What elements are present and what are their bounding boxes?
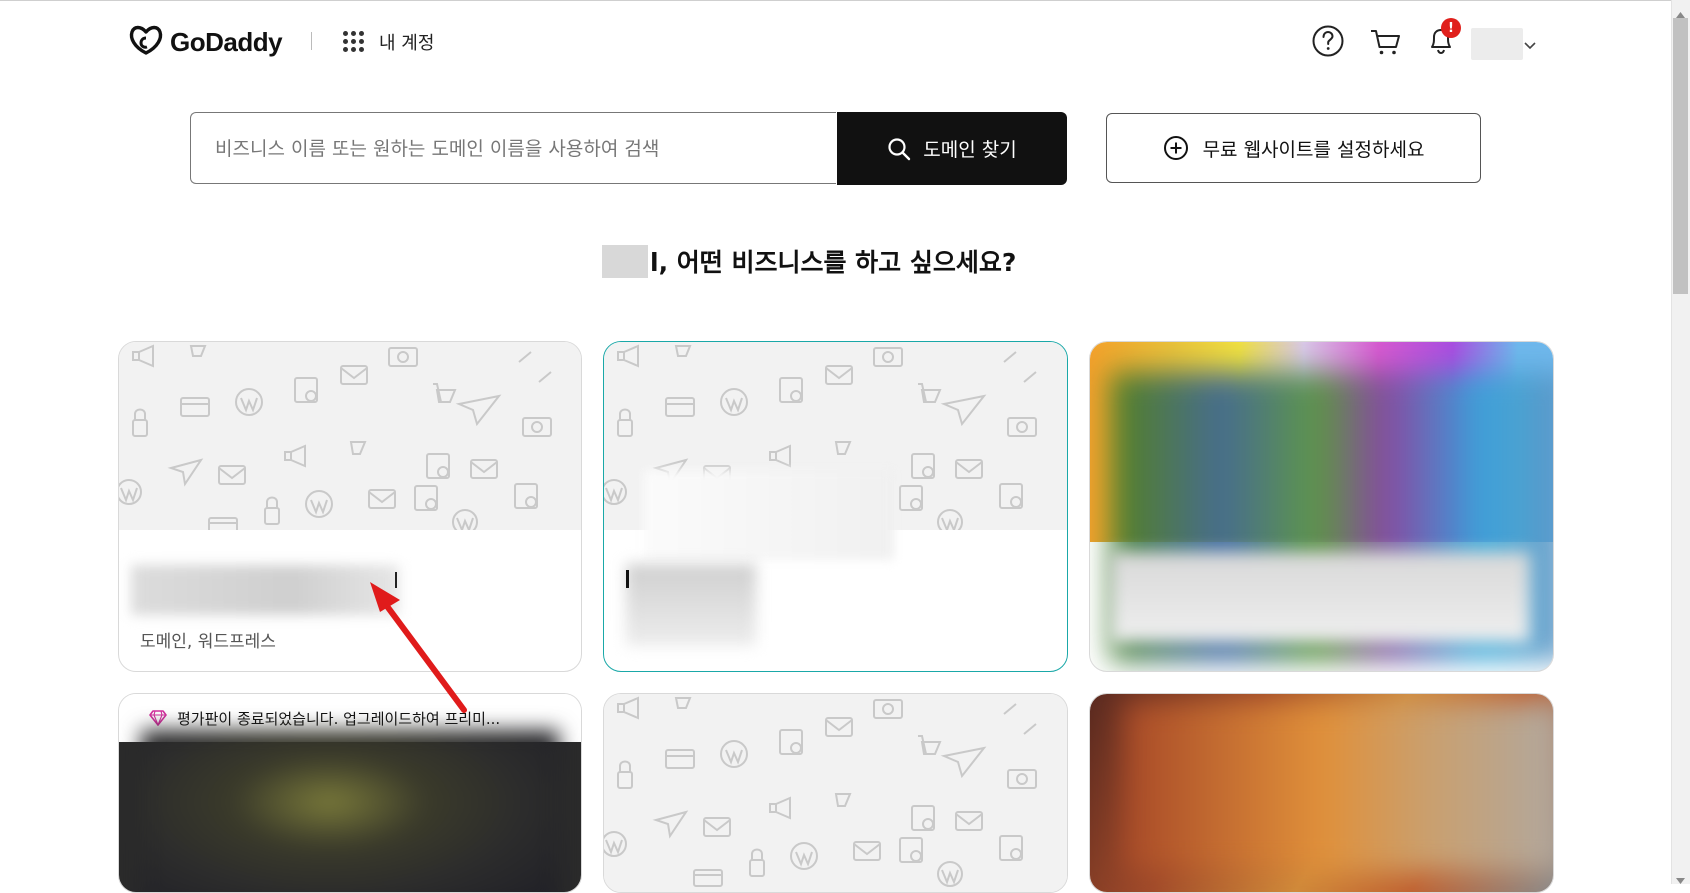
- header-divider: [311, 32, 312, 50]
- godaddy-logo[interactable]: GoDaddy: [128, 22, 296, 62]
- scroll-down-arrow-icon[interactable]: [1675, 870, 1686, 889]
- cart-icon: [1371, 30, 1400, 55]
- card-subtitle: 도메인, 워드프레스: [140, 632, 276, 652]
- site-name-redacted: [626, 564, 756, 646]
- text-mark: [626, 570, 629, 588]
- apps-grid-icon: [343, 31, 365, 53]
- user-name-redacted: [602, 244, 648, 278]
- annotation-arrow: [360, 578, 480, 722]
- site-card-5[interactable]: [603, 693, 1068, 893]
- chevron-down-icon[interactable]: [1523, 36, 1537, 55]
- scroll-up-arrow-icon[interactable]: [1675, 4, 1686, 23]
- account-avatar[interactable]: [1471, 28, 1523, 60]
- gem-icon: [149, 710, 167, 726]
- site-name-redacted: [131, 565, 399, 615]
- domain-search-box: [190, 112, 836, 185]
- window-top-border: [0, 0, 1690, 1]
- plus-circle-icon: [1163, 136, 1188, 160]
- my-account-menu[interactable]: 내 계정: [343, 28, 473, 56]
- brand-name: GoDaddy: [170, 26, 283, 57]
- card-pattern-background: [604, 694, 1067, 892]
- find-domain-button[interactable]: 도메인 찾기: [837, 112, 1067, 185]
- find-domain-label: 도메인 찾기: [923, 139, 1017, 161]
- help-button[interactable]: [1310, 23, 1346, 59]
- site-card-2[interactable]: [603, 341, 1068, 672]
- godaddy-logo-icon: [128, 24, 164, 60]
- site-card-6[interactable]: [1089, 693, 1554, 893]
- scrollbar-thumb[interactable]: [1673, 18, 1688, 294]
- thumbnail-redacted: [1124, 702, 1553, 872]
- free-website-label: 무료 웹사이트를 설정하세요: [1202, 138, 1425, 161]
- greeting-heading: l, 어떤 비즈니스를 하고 싶으세요?: [602, 242, 1016, 280]
- search-icon: [888, 137, 911, 160]
- cart-button[interactable]: [1368, 24, 1404, 60]
- site-card-4[interactable]: 평가판이 종료되었습니다. 업그레이드하여 프리미...: [118, 693, 582, 893]
- site-name-redacted: [1110, 552, 1530, 642]
- redacted-overlay: [644, 470, 894, 560]
- domain-search-input[interactable]: [213, 113, 817, 185]
- site-card-1[interactable]: 도메인, 워드프레스: [118, 341, 582, 672]
- thumbnail-redacted: [141, 730, 559, 892]
- my-account-label: 내 계정: [379, 33, 435, 54]
- notification-badge: !: [1441, 18, 1461, 38]
- greeting-text: l, 어떤 비즈니스를 하고 싶으세요?: [650, 248, 1017, 277]
- card-pattern-background: [119, 342, 581, 530]
- help-icon: [1312, 25, 1344, 57]
- site-card-3[interactable]: [1089, 341, 1554, 672]
- free-website-button[interactable]: 무료 웹사이트를 설정하세요: [1106, 113, 1481, 183]
